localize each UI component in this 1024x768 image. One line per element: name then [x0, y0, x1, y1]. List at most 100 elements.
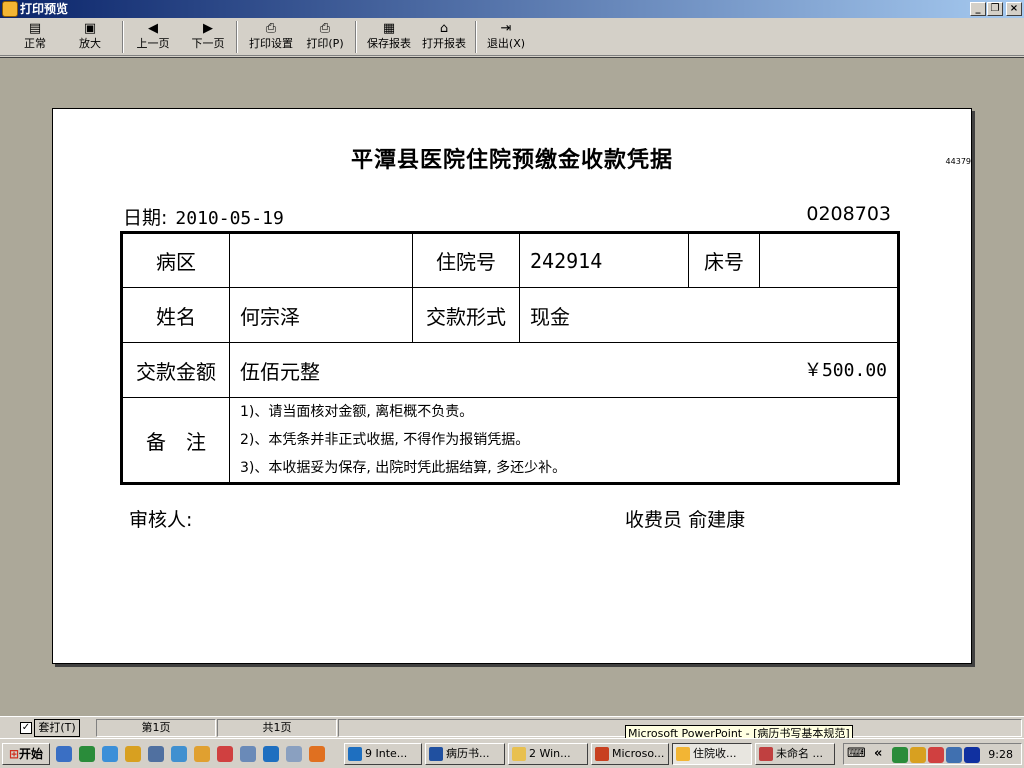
note-line: 2)、本凭条并非正式收据, 不得作为报销凭据。 [240, 432, 530, 448]
clock: 9:28 [988, 748, 1013, 761]
table-row: 备 注 1)、请当面核对金额, 离柜概不负责。 2)、本凭条并非正式收据, 不得… [121, 397, 899, 484]
task-powerpoint[interactable]: Microso... [591, 743, 669, 765]
close-button[interactable]: × [1006, 2, 1022, 16]
auditor-label: 审核人: [129, 509, 193, 531]
printer-icon: ⎙ [319, 21, 331, 36]
minimize-button[interactable]: _ [970, 2, 986, 16]
receipt-serial: 0208703 [806, 203, 891, 225]
network-icon[interactable] [148, 746, 164, 762]
qq-icon[interactable] [910, 747, 926, 763]
cashier-label: 收费员 [625, 509, 683, 531]
firefox-icon[interactable] [309, 746, 325, 762]
preview-area[interactable]: 平潭县医院住院预缴金收款凭据 44379 日期: 2010-05-19 02087… [0, 57, 1024, 716]
powerpoint-icon [595, 747, 609, 761]
qq-penguin-icon[interactable] [217, 746, 233, 762]
toolbar-separator [236, 21, 238, 53]
document-icon[interactable] [286, 746, 302, 762]
overlay-print-label[interactable]: 套打(T) [34, 719, 80, 737]
amount-words: 伍佰元整 [240, 359, 320, 384]
app-icon [2, 1, 18, 17]
table-row: 姓名 何宗泽 交款形式 现金 [121, 287, 899, 343]
tray-app-icon[interactable] [892, 747, 908, 763]
app-icon [676, 747, 690, 761]
name-label: 姓名 [121, 287, 230, 343]
open-report-button[interactable]: ⌂ 打开报表 [418, 21, 470, 54]
zoom-page-icon: ▣ [83, 21, 97, 36]
receipt-table: 病区 住院号 242914 床号 姓名 何宗泽 交款形式 现金 交款金额 ￥50… [120, 231, 900, 485]
cashier-line: 收费员 俞建康 [625, 505, 745, 532]
arrow-right-icon: ▶ [203, 21, 213, 36]
folder-icon [512, 747, 526, 761]
cashier-name: 俞建康 [688, 509, 746, 531]
note-line: 3)、本收据妥为保存, 出院时凭此据结算, 多还少补。 [240, 460, 567, 476]
overlay-print-checkbox[interactable]: ✓ [20, 722, 32, 734]
start-button[interactable]: ⊞开始 [2, 743, 50, 765]
browser-icon[interactable] [102, 746, 118, 762]
print-setup-button[interactable]: ⎙ 打印设置 [245, 21, 297, 54]
window-title: 打印预览 [20, 2, 69, 16]
notes-label: 备 注 [121, 397, 230, 484]
amount-number: ￥500.00 [803, 359, 887, 381]
name-value: 何宗泽 [229, 287, 413, 343]
payment-form-label: 交款形式 [412, 287, 520, 343]
toolbar: ▤ 正常 ▣ 放大 ◀ 上一页 ▶ 下一页 ⎙ 打印设置 ⎙ 打印(P) ▦ 保… [0, 18, 1024, 56]
status-bar: ✓ 套打(T) 第1页 共1页 [0, 716, 1024, 738]
admission-value: 242914 [519, 232, 689, 288]
task-untitled[interactable]: 未命名 ... [755, 743, 835, 765]
desktop-icon[interactable] [79, 746, 95, 762]
bed-label: 床号 [688, 232, 760, 288]
amount-cell: ￥500.00 伍佰元整 [229, 342, 899, 398]
network-icon[interactable] [946, 747, 962, 763]
notes-cell: 1)、请当面核对金额, 离柜概不负责。 2)、本凭条并非正式收据, 不得作为报销… [229, 397, 899, 484]
task-word-doc[interactable]: 病历书... [425, 743, 505, 765]
normal-button[interactable]: ▤ 正常 [18, 21, 52, 54]
payment-form-value: 现金 [519, 287, 899, 343]
task-explorer-group[interactable]: 2 Win... [508, 743, 588, 765]
word-icon [429, 747, 443, 761]
ward-value [229, 232, 413, 288]
chevron-left-icon[interactable]: « [874, 746, 882, 761]
note-line: 1)、请当面核对金额, 离柜概不负责。 [240, 404, 474, 420]
taskbar: ⊞开始 9 Inte... 病历书... 2 Win... Microso...… [0, 738, 1024, 768]
receipt-title: 平潭县医院住院预缴金收款凭据 [350, 147, 673, 173]
qq-icon[interactable] [125, 746, 141, 762]
toolbar-separator [355, 21, 357, 53]
date-label: 日期: [123, 207, 168, 229]
globe-icon[interactable] [171, 746, 187, 762]
ie-icon [348, 747, 362, 761]
amount-label: 交款金额 [121, 342, 230, 398]
total-pages: 共1页 [217, 719, 337, 737]
restore-button[interactable]: ❐ [987, 2, 1003, 16]
page-icon: ▤ [28, 21, 42, 36]
task-hospital-receipt[interactable]: 住院收... [672, 743, 752, 765]
toolbar-separator [475, 21, 477, 53]
windows-logo-icon: ⊞ [8, 747, 20, 761]
print-button[interactable]: ⎙ 打印(P) [303, 21, 347, 54]
keyboard-icon[interactable]: ⌨ [847, 746, 866, 761]
title-bar: 打印预览 _ ❐ × [0, 0, 1024, 18]
floppy-disk-icon: ▦ [382, 21, 396, 36]
zoom-button[interactable]: ▣ 放大 [72, 21, 108, 54]
table-row: 病区 住院号 242914 床号 [121, 232, 899, 288]
task-ie-group[interactable]: 9 Inte... [344, 743, 422, 765]
side-code: 44379 [945, 157, 971, 166]
exit-button[interactable]: ⇥ 退出(X) [484, 21, 528, 54]
explorer-icon[interactable] [56, 746, 72, 762]
date-value: 2010-05-19 [175, 208, 284, 229]
qq-penguin-icon[interactable] [928, 747, 944, 763]
prev-page-button[interactable]: ◀ 上一页 [131, 21, 175, 54]
next-page-button[interactable]: ▶ 下一页 [186, 21, 230, 54]
exit-door-icon: ⇥ [500, 21, 512, 36]
save-report-button[interactable]: ▦ 保存报表 [363, 21, 415, 54]
paint-icon [759, 747, 773, 761]
print-setup-icon: ⎙ [265, 21, 277, 36]
folder-open-icon: ⌂ [439, 21, 449, 36]
media-player-icon[interactable] [964, 747, 980, 763]
image-viewer-icon[interactable] [240, 746, 256, 762]
table-row: 交款金额 ￥500.00 伍佰元整 [121, 342, 899, 398]
current-page: 第1页 [96, 719, 216, 737]
date-line: 日期: 2010-05-19 [123, 203, 284, 230]
receipt-page: 平潭县医院住院预缴金收款凭据 44379 日期: 2010-05-19 02087… [52, 108, 972, 664]
ie-icon[interactable] [263, 746, 279, 762]
messenger-icon[interactable] [194, 746, 210, 762]
